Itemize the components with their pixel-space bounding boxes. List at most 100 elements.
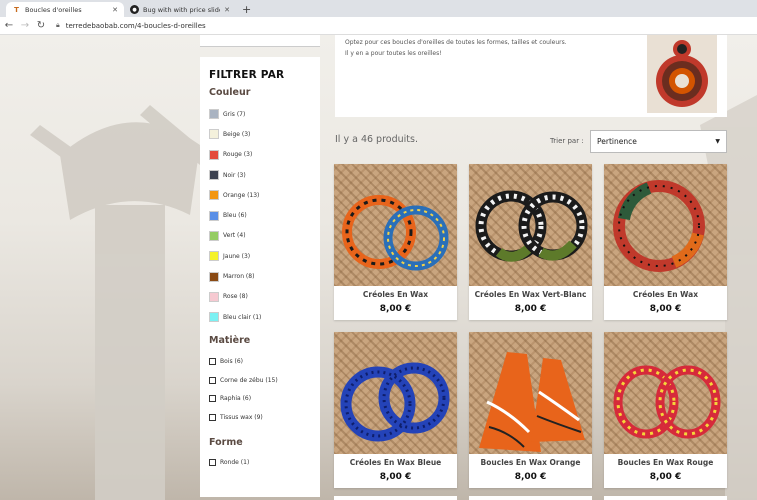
product-card[interactable]: Créoles En Wax Bleue 8,00 € xyxy=(334,332,457,488)
forme-filter-label[interactable]: Ronde (1) xyxy=(220,459,249,466)
color-swatch[interactable] xyxy=(209,251,219,262)
color-filter-item[interactable]: Orange (13) xyxy=(209,185,311,205)
color-swatch[interactable] xyxy=(209,312,219,323)
color-filter-list: Gris (7) Beige (3) Rouge (3) Noir (3) Orange… xyxy=(209,104,311,327)
color-filter-item[interactable]: Rose (8) xyxy=(209,287,311,307)
filter-group-couleur-title: Couleur xyxy=(209,87,251,98)
color-filter-label[interactable]: Noir (3) xyxy=(223,172,246,179)
product-image[interactable] xyxy=(469,164,592,286)
color-filter-label[interactable]: Jaune (3) xyxy=(223,253,250,260)
browser-tab-boucles[interactable]: T Boucles d'oreilles ✕ xyxy=(6,2,124,17)
close-tab-icon[interactable]: ✕ xyxy=(112,6,118,14)
color-filter-item[interactable]: Rouge (3) xyxy=(209,145,311,165)
product-image[interactable] xyxy=(334,332,457,454)
sort-selected-value: Pertinence xyxy=(597,137,637,146)
reload-icon[interactable]: ↻ xyxy=(34,20,48,31)
matiere-filter-label[interactable]: Tissus wax (9) xyxy=(220,414,263,421)
product-name[interactable]: Boucles En Wax Rouge xyxy=(604,458,727,467)
address-bar: ← → ↻ 🔒︎ terredebaobab.com/4-boucles-d-o… xyxy=(0,17,757,35)
checkbox[interactable] xyxy=(209,413,216,421)
terredebaobab-favicon-icon: T xyxy=(14,5,19,14)
checkbox[interactable] xyxy=(209,395,216,403)
color-filter-item[interactable]: Gris (7) xyxy=(209,104,311,124)
product-name[interactable]: Créoles En Wax Vert-Blanc xyxy=(469,290,592,299)
back-arrow-icon[interactable]: ← xyxy=(2,20,16,31)
forme-filter-item[interactable]: Ronde (1) xyxy=(209,454,311,473)
sidebar-top-block xyxy=(200,35,320,47)
matiere-filter-label[interactable]: Bois (6) xyxy=(220,358,243,365)
color-swatch[interactable] xyxy=(209,170,219,181)
matiere-filter-label[interactable]: Corne de zébu (15) xyxy=(220,377,278,384)
product-name[interactable]: Créoles En Wax Bleue xyxy=(334,458,457,467)
checkbox[interactable] xyxy=(209,376,216,384)
browser-tab-github[interactable]: ● Bug with with price slider and se ✕ xyxy=(124,2,236,17)
color-filter-label[interactable]: Orange (13) xyxy=(223,192,259,199)
tab-title: Bug with with price slider and se xyxy=(143,5,220,14)
next-row-card-edge xyxy=(469,496,592,500)
color-filter-item[interactable]: Marron (8) xyxy=(209,266,311,286)
forme-filter-list: Ronde (1) xyxy=(209,454,311,473)
product-image[interactable] xyxy=(604,332,727,454)
product-price: 8,00 € xyxy=(514,304,547,314)
color-swatch[interactable] xyxy=(209,210,219,221)
product-card[interactable]: Boucles En Wax Rouge 8,00 € xyxy=(604,332,727,488)
category-image xyxy=(647,35,717,113)
category-header: Optez pour ces boucles d'oreilles de tou… xyxy=(335,35,727,117)
matiere-filter-item[interactable]: Tissus wax (9) xyxy=(209,408,311,427)
color-filter-label[interactable]: Rose (8) xyxy=(223,293,248,300)
product-name[interactable]: Créoles En Wax xyxy=(334,290,457,299)
color-swatch[interactable] xyxy=(209,271,219,282)
color-filter-label[interactable]: Marron (8) xyxy=(223,273,254,280)
product-price: 8,00 € xyxy=(379,304,412,314)
url-text: terredebaobab.com/4-boucles-d-oreilles xyxy=(65,21,206,30)
product-image[interactable] xyxy=(334,164,457,286)
filter-group-matiere-title: Matière xyxy=(209,335,251,347)
color-filter-item[interactable]: Jaune (3) xyxy=(209,246,311,266)
color-swatch[interactable] xyxy=(209,291,219,302)
matiere-filter-item[interactable]: Raphia (6) xyxy=(209,389,311,408)
color-swatch[interactable] xyxy=(209,109,219,120)
forward-arrow-icon[interactable]: → xyxy=(18,20,32,31)
color-filter-label[interactable]: Bleu (6) xyxy=(223,212,247,219)
color-filter-item[interactable]: Bleu (6) xyxy=(209,205,311,225)
color-filter-item[interactable]: Noir (3) xyxy=(209,165,311,185)
browser-tab-bar: T Boucles d'oreilles ✕ ● Bug with with p… xyxy=(0,0,757,17)
next-row-card-edge xyxy=(334,496,457,500)
color-filter-label[interactable]: Beige (3) xyxy=(223,131,250,138)
color-swatch[interactable] xyxy=(209,190,219,201)
color-filter-label[interactable]: Rouge (3) xyxy=(223,151,252,158)
product-image[interactable] xyxy=(604,164,727,286)
checkbox[interactable] xyxy=(209,358,216,366)
tab-title: Boucles d'oreilles xyxy=(25,5,82,14)
product-count: Il y a 46 produits. xyxy=(335,134,418,145)
color-swatch[interactable] xyxy=(209,230,219,241)
color-filter-label[interactable]: Gris (7) xyxy=(223,111,245,118)
color-swatch[interactable] xyxy=(209,129,219,140)
filter-group-forme-title: Forme xyxy=(209,436,243,448)
checkbox[interactable] xyxy=(209,459,216,467)
color-filter-item[interactable]: Vert (4) xyxy=(209,226,311,246)
matiere-filter-label[interactable]: Raphia (6) xyxy=(220,395,251,402)
color-filter-item[interactable]: Beige (3) xyxy=(209,124,311,144)
color-swatch[interactable] xyxy=(209,149,219,160)
product-name[interactable]: Boucles En Wax Orange xyxy=(469,458,592,467)
product-card[interactable]: Créoles En Wax Vert-Blanc 8,00 € xyxy=(469,164,592,320)
sort-select[interactable]: Pertinence ▼ xyxy=(590,130,727,153)
close-tab-icon[interactable]: ✕ xyxy=(224,6,230,14)
product-card[interactable]: Créoles En Wax 8,00 € xyxy=(604,164,727,320)
color-filter-label[interactable]: Bleu clair (1) xyxy=(223,314,261,321)
chevron-down-icon: ▼ xyxy=(715,138,720,145)
product-name[interactable]: Créoles En Wax xyxy=(604,290,727,299)
product-image[interactable] xyxy=(469,332,592,454)
color-filter-item[interactable]: Bleu clair (1) xyxy=(209,307,311,327)
matiere-filter-item[interactable]: Corne de zébu (15) xyxy=(209,371,311,390)
sort-label: Trier par : xyxy=(550,137,584,145)
new-tab-button[interactable]: + xyxy=(242,2,251,17)
product-price: 8,00 € xyxy=(649,304,682,314)
product-price: 8,00 € xyxy=(649,472,682,482)
color-filter-label[interactable]: Vert (4) xyxy=(223,232,246,239)
url-field[interactable]: 🔒︎ terredebaobab.com/4-boucles-d-oreille… xyxy=(56,21,206,30)
product-card[interactable]: Boucles En Wax Orange 8,00 € xyxy=(469,332,592,488)
matiere-filter-item[interactable]: Bois (6) xyxy=(209,352,311,371)
product-card[interactable]: Créoles En Wax 8,00 € xyxy=(334,164,457,320)
